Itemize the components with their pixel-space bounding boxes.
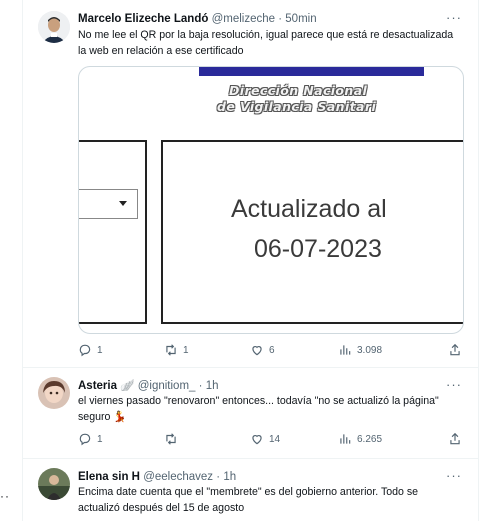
heart-icon (252, 435, 262, 445)
retweet-count: 1 (183, 344, 189, 356)
retweet-icon (166, 344, 176, 356)
updated-date: 06-07-2023 (254, 235, 382, 263)
reply-button[interactable]: 1 (78, 432, 103, 446)
author-handle[interactable]: @ignitiom_ (138, 380, 196, 392)
avatar[interactable] (38, 377, 70, 409)
document-left-panel (79, 140, 147, 324)
reply-count: 1 (97, 433, 103, 445)
tweet-image[interactable]: Dirección Nacional de Vigilancia Sanitar… (78, 66, 464, 334)
heart-icon (252, 346, 262, 356)
name-emoji: 🪽 (120, 380, 135, 392)
like-button[interactable]: 14 (250, 432, 280, 446)
timestamp[interactable]: 1h (223, 471, 236, 483)
document-heading-line2: de Vigilancia Sanitari (217, 99, 377, 114)
views-button[interactable]: 6.265 (338, 432, 382, 446)
tweet-2[interactable]: Asteria 🪽 @ignitiom_ · 1h ··· el viernes… (23, 368, 478, 459)
reply-button[interactable]: 1 (78, 343, 103, 357)
views-icon (340, 434, 351, 444)
retweet-button[interactable] (164, 432, 183, 446)
separator: · (198, 380, 203, 392)
share-icon (450, 343, 460, 356)
retweet-button[interactable]: 1 (164, 343, 189, 357)
tweet-actions: 1 1 6 3.098 (78, 343, 463, 359)
tweet-actions: 1 14 6.265 (78, 432, 463, 448)
avatar[interactable] (38, 11, 70, 43)
tweet-1[interactable]: Marcelo Elizeche Landó @melizeche · 50mi… (23, 0, 478, 368)
separator: · (216, 471, 221, 483)
author-name[interactable]: Asteria (78, 380, 117, 392)
timestamp[interactable]: 50min (285, 13, 316, 25)
tweet-header: Marcelo Elizeche Landó @melizeche · 50mi… (78, 12, 317, 26)
author-name[interactable]: Elena sin H (78, 471, 140, 483)
author-name[interactable]: Marcelo Elizeche Landó (78, 13, 208, 25)
tweet-header: Asteria 🪽 @ignitiom_ · 1h (78, 379, 218, 393)
share-icon (450, 432, 460, 445)
tweet-header: Elena sin H @eelechavez · 1h (78, 470, 236, 484)
views-icon (340, 345, 351, 355)
like-count: 14 (269, 433, 281, 445)
view-count: 6.265 (357, 433, 383, 445)
separator: · (278, 13, 283, 25)
reply-icon (79, 433, 91, 446)
more-options-button[interactable]: ··· (444, 11, 464, 28)
conversation-more-dots: ·· (0, 489, 10, 503)
reply-icon (79, 344, 91, 357)
view-count: 3.098 (357, 344, 383, 356)
reply-count: 1 (97, 344, 103, 356)
document-banner (199, 67, 424, 76)
tweet-text: No me lee el QR por la baja resolución, … (78, 29, 454, 57)
views-button[interactable]: 3.098 (338, 343, 382, 357)
tweet-3[interactable]: Elena sin H @eelechavez · 1h ··· Encima … (23, 459, 478, 521)
author-handle[interactable]: @eelechavez (143, 471, 213, 483)
like-button[interactable]: 6 (250, 343, 275, 357)
document-heading-line1: Dirección Nacional (229, 83, 368, 98)
retweet-icon (166, 433, 176, 445)
timestamp[interactable]: 1h (206, 380, 219, 392)
tweet-text: el viernes pasado "renovaron" entonces..… (78, 395, 439, 423)
document-right-panel (161, 140, 463, 324)
timeline: Marcelo Elizeche Landó @melizeche · 50mi… (22, 0, 479, 521)
tweet-text: Encima date cuenta que el "membrete" es … (78, 486, 419, 514)
share-button[interactable] (448, 432, 462, 446)
updated-label: Actualizado al (231, 195, 387, 223)
chevron-down-icon (119, 201, 127, 206)
share-button[interactable] (448, 343, 462, 357)
author-handle[interactable]: @melizeche (212, 13, 275, 25)
avatar[interactable] (38, 468, 70, 500)
document-select (79, 189, 138, 219)
like-count: 6 (269, 344, 275, 356)
